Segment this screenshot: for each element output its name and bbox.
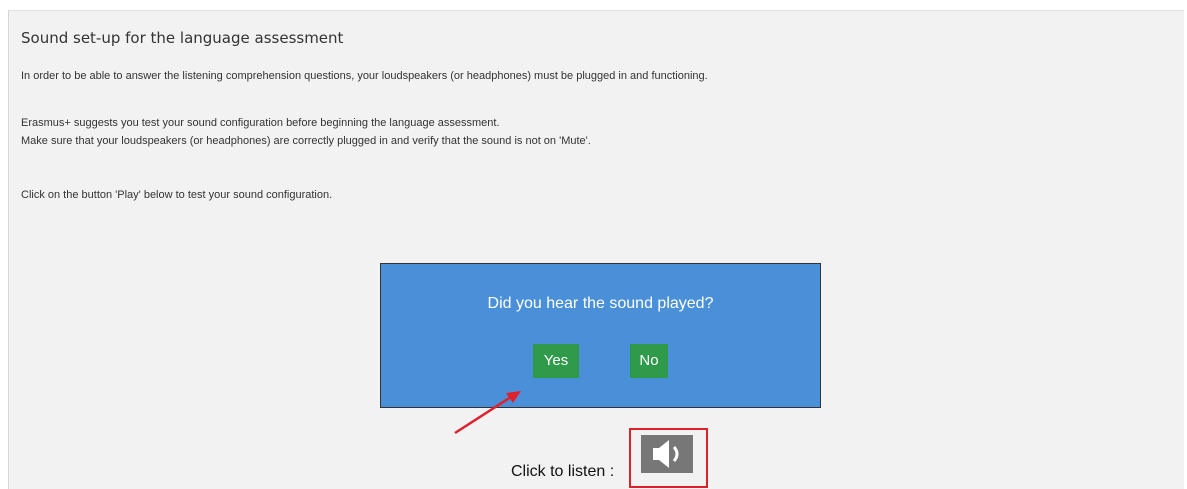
speaker-highlight-box [629, 428, 708, 488]
page-title: Sound set-up for the language assessment [21, 29, 344, 47]
no-button[interactable]: No [630, 344, 668, 378]
dialog-question: Did you hear the sound played? [487, 295, 714, 312]
instruction-text-4: Click on the button 'Play' below to test… [21, 189, 333, 201]
red-arrow-annotation [454, 391, 521, 435]
sound-confirmation-dialog: Did you hear the sound played? Yes No [380, 263, 821, 408]
yes-button[interactable]: Yes [533, 344, 579, 378]
sound-setup-panel: Sound set-up for the language assessment… [8, 10, 1184, 489]
instruction-text-1: In order to be able to answer the listen… [21, 70, 708, 82]
play-sound-button[interactable] [641, 435, 693, 473]
speaker-icon [653, 440, 679, 468]
instruction-text-3: Make sure that your loudspeakers (or hea… [21, 135, 591, 147]
instruction-text-2: Erasmus+ suggests you test your sound co… [21, 117, 500, 129]
click-to-listen-label: Click to listen : [511, 463, 615, 480]
